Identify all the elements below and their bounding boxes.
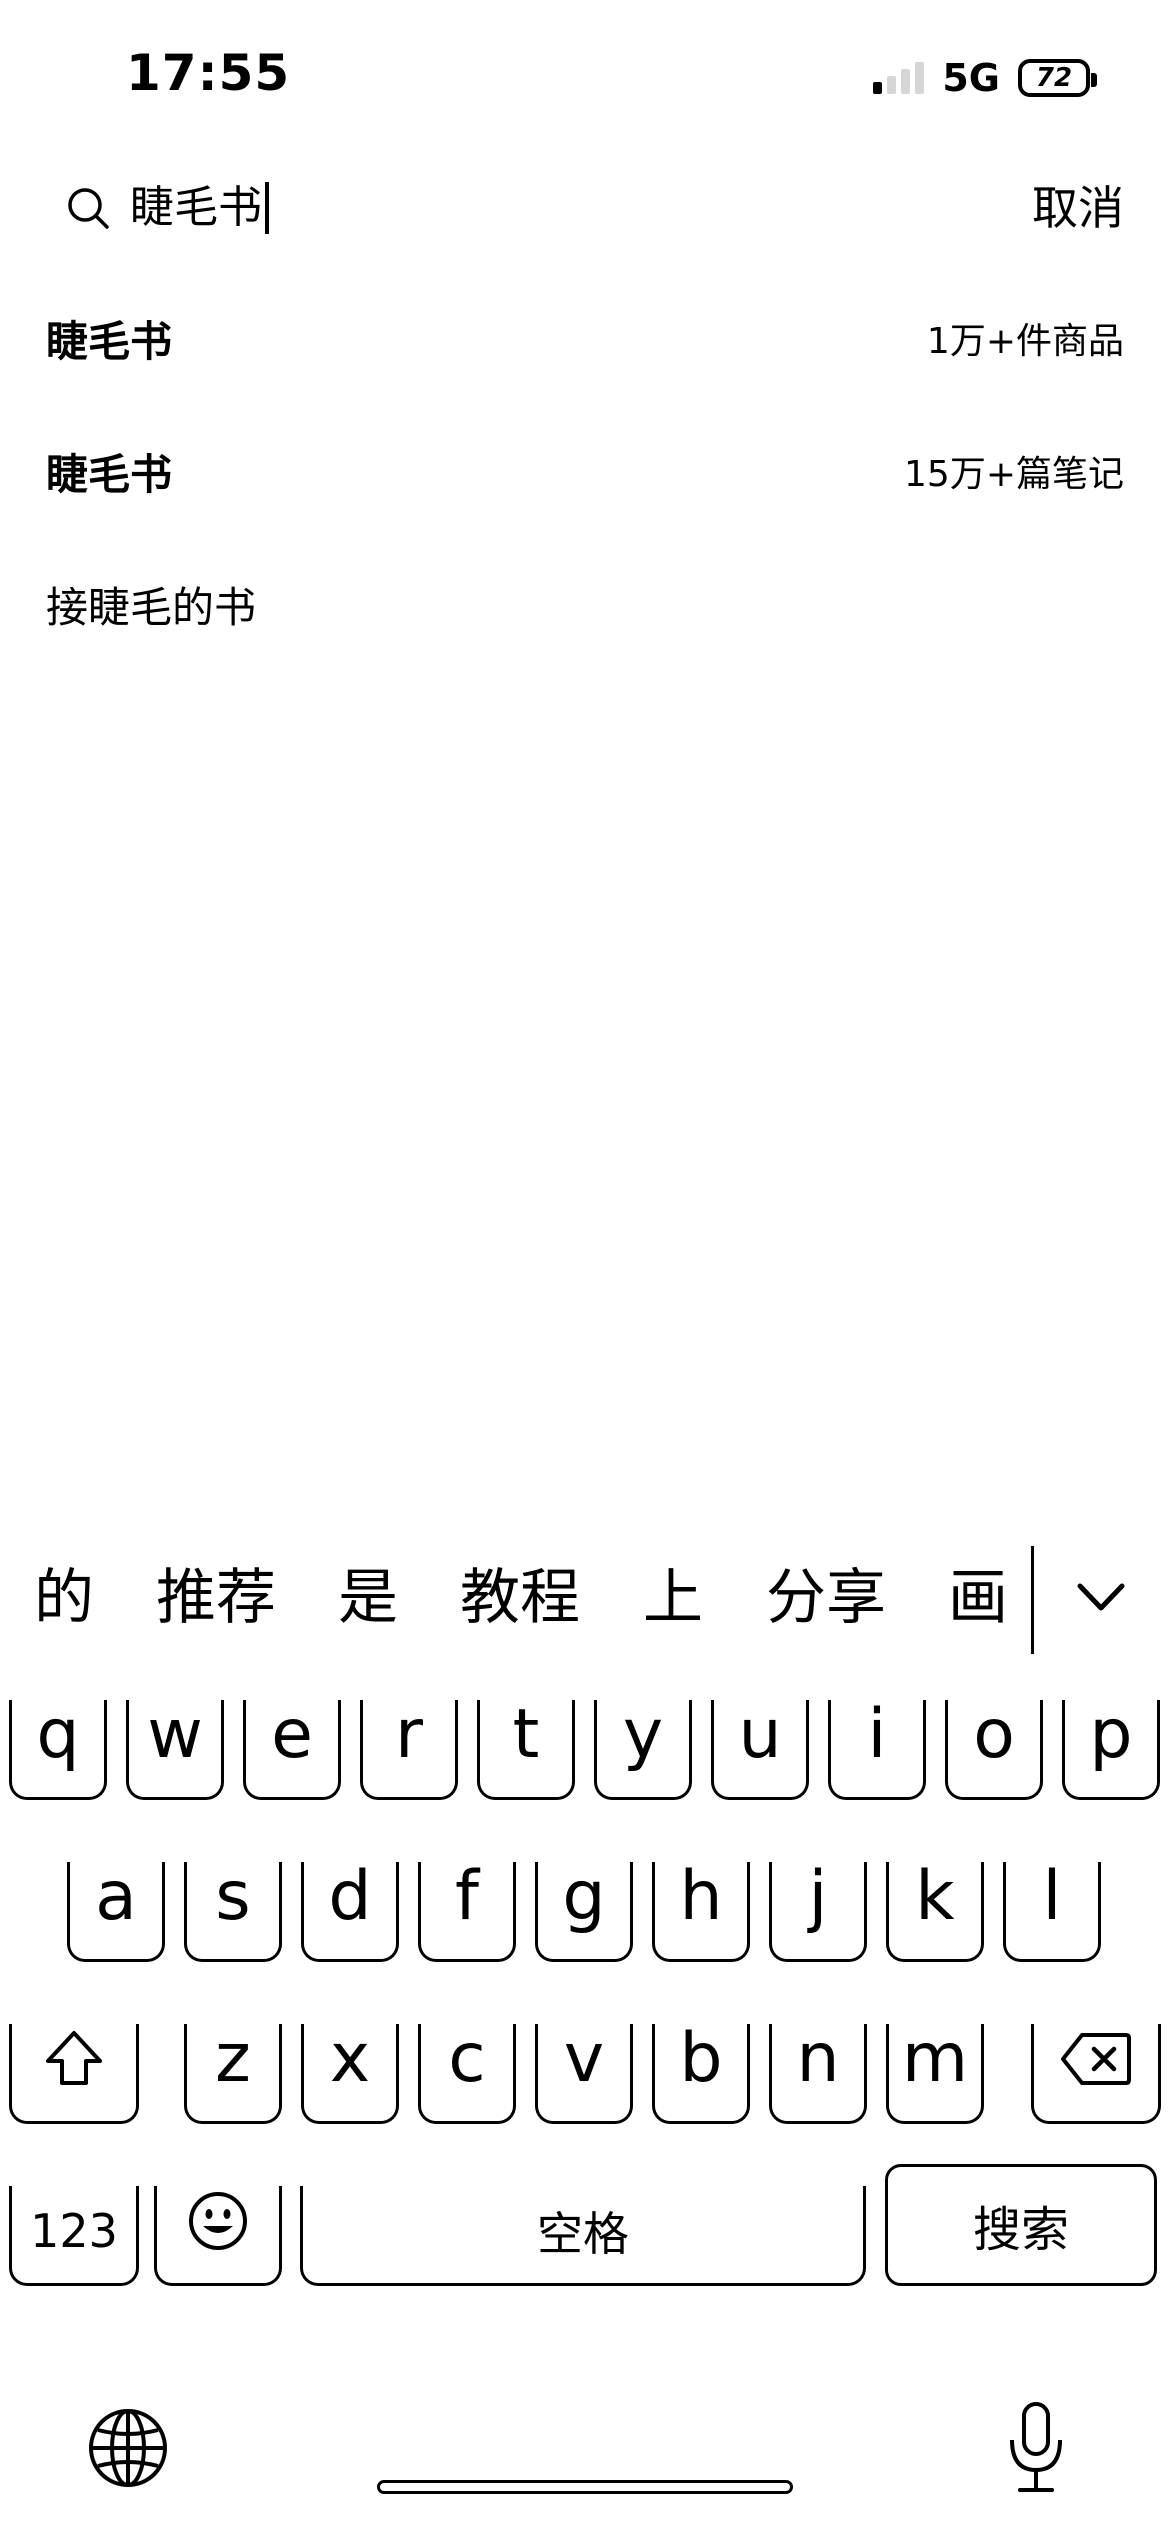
suggestion-item[interactable]: 睫毛书 15万+篇笔记 bbox=[46, 431, 1124, 511]
delete-key[interactable] bbox=[1031, 2024, 1161, 2124]
emoji-icon bbox=[189, 2191, 247, 2250]
key-y[interactable]: y bbox=[594, 1695, 692, 1800]
search-key[interactable]: 搜索 bbox=[885, 2164, 1157, 2286]
candidate-word[interactable]: 分享 bbox=[766, 1558, 886, 1638]
key-u[interactable]: u bbox=[711, 1695, 809, 1800]
key-o[interactable]: o bbox=[945, 1695, 1043, 1800]
key-z[interactable]: z bbox=[184, 2019, 282, 2124]
network-type: 5G bbox=[942, 56, 1000, 100]
key-r[interactable]: r bbox=[360, 1695, 458, 1800]
key-d[interactable]: d bbox=[301, 1857, 399, 1962]
candidate-word[interactable]: 画 bbox=[948, 1558, 1008, 1638]
microphone-icon[interactable] bbox=[1006, 2400, 1066, 2496]
globe-icon[interactable] bbox=[86, 2406, 170, 2490]
suggestion-count: 1万+件商品 bbox=[926, 321, 1124, 362]
status-time: 17:55 bbox=[126, 44, 291, 102]
key-j[interactable]: j bbox=[769, 1857, 867, 1962]
key-k[interactable]: k bbox=[886, 1857, 984, 1962]
space-key[interactable]: 空格 bbox=[300, 2186, 866, 2286]
signal-icon bbox=[873, 62, 925, 94]
suggestion-title: 睫毛书 bbox=[46, 449, 173, 499]
shift-key[interactable] bbox=[9, 2024, 139, 2124]
key-s[interactable]: s bbox=[184, 1857, 282, 1962]
candidate-word[interactable]: 上 bbox=[643, 1558, 703, 1638]
emoji-key[interactable] bbox=[154, 2186, 282, 2286]
key-g[interactable]: g bbox=[535, 1857, 633, 1962]
suggestion-title: 接睫毛的书 bbox=[46, 582, 257, 632]
key-i[interactable]: i bbox=[828, 1695, 926, 1800]
suggestion-title: 睫毛书 bbox=[46, 316, 173, 366]
status-indicators: 5G 72 bbox=[873, 56, 1097, 100]
suggestion-item[interactable]: 接睫毛的书 bbox=[46, 564, 1124, 644]
key-l[interactable]: l bbox=[1003, 1857, 1101, 1962]
key-e[interactable]: e bbox=[243, 1695, 341, 1800]
battery-level: 72 bbox=[1035, 63, 1073, 93]
candidate-word[interactable]: 推荐 bbox=[156, 1558, 276, 1638]
candidate-divider bbox=[1031, 1546, 1034, 1654]
key-q[interactable]: q bbox=[9, 1695, 107, 1800]
search-input[interactable]: 睫毛书 bbox=[130, 176, 269, 240]
key-t[interactable]: t bbox=[477, 1695, 575, 1800]
candidate-bar: 的 推荐 是 教程 上 分享 画 bbox=[0, 1528, 1170, 1668]
numbers-key[interactable]: 123 bbox=[9, 2186, 139, 2286]
key-w[interactable]: w bbox=[126, 1695, 224, 1800]
delete-icon bbox=[1061, 2032, 1131, 2085]
key-x[interactable]: x bbox=[301, 2019, 399, 2124]
suggestion-count: 15万+篇笔记 bbox=[904, 454, 1124, 495]
home-indicator[interactable] bbox=[377, 2480, 793, 2494]
suggestion-item[interactable]: 睫毛书 1万+件商品 bbox=[46, 298, 1124, 378]
key-m[interactable]: m bbox=[886, 2019, 984, 2124]
chevron-down-icon[interactable] bbox=[1072, 1568, 1130, 1626]
shift-icon bbox=[46, 2030, 102, 2085]
key-n[interactable]: n bbox=[769, 2019, 867, 2124]
candidate-word[interactable]: 教程 bbox=[460, 1558, 580, 1638]
key-f[interactable]: f bbox=[418, 1857, 516, 1962]
key-c[interactable]: c bbox=[418, 2019, 516, 2124]
candidate-word[interactable]: 是 bbox=[338, 1558, 398, 1638]
search-icon bbox=[68, 188, 109, 229]
key-b[interactable]: b bbox=[652, 2019, 750, 2124]
search-query: 睫毛书 bbox=[130, 182, 262, 233]
key-h[interactable]: h bbox=[652, 1857, 750, 1962]
text-caret bbox=[265, 182, 269, 234]
candidate-word[interactable]: 的 bbox=[34, 1558, 94, 1638]
cancel-button[interactable]: 取消 bbox=[1032, 176, 1124, 240]
key-p[interactable]: p bbox=[1062, 1695, 1160, 1800]
battery-icon: 72 bbox=[1018, 59, 1097, 97]
key-v[interactable]: v bbox=[535, 2019, 633, 2124]
key-a[interactable]: a bbox=[67, 1857, 165, 1962]
